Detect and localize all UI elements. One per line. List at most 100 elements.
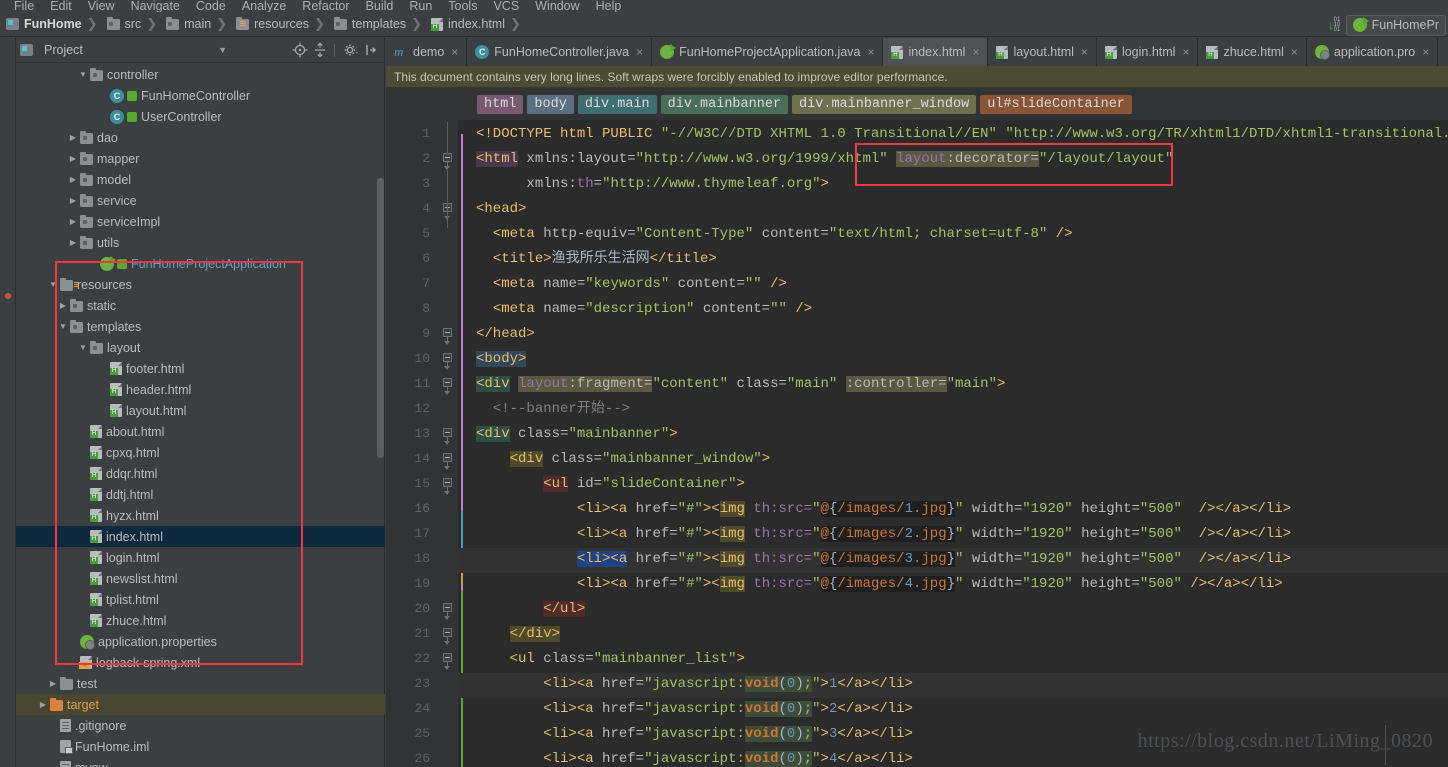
code-line[interactable]: </head> xyxy=(476,322,535,347)
code-line[interactable]: <meta http-equiv="Content-Type" content=… xyxy=(476,222,1073,247)
chevron-down-icon[interactable]: ▼ xyxy=(56,322,70,331)
compare-icon[interactable]: ↓ 01 10 01 xyxy=(1326,17,1344,33)
menu-item-analyze[interactable]: Analyze xyxy=(234,0,294,12)
code-fold-toggle[interactable] xyxy=(443,428,454,445)
close-icon[interactable]: × xyxy=(636,45,643,59)
menu-item-vcs[interactable]: VCS xyxy=(485,0,527,12)
tree-item-static[interactable]: ▶ static xyxy=(16,295,385,316)
code-line[interactable]: <li><a href="#"><img th:src="@{/images/3… xyxy=(476,547,1291,572)
menu-item-view[interactable]: View xyxy=(80,0,123,12)
menu-item-navigate[interactable]: Navigate xyxy=(123,0,188,12)
code-fold-toggle[interactable] xyxy=(443,628,454,645)
tree-item-footer-html[interactable]: footer.html xyxy=(16,358,385,379)
code-line[interactable]: <head> xyxy=(476,197,526,222)
menu-item-code[interactable]: Code xyxy=(188,0,234,12)
code-line[interactable]: <div class="mainbanner"> xyxy=(476,422,678,447)
menu-item-window[interactable]: Window xyxy=(527,0,587,12)
code-line[interactable]: </div> xyxy=(476,622,561,647)
tree-item-dao[interactable]: ▶ dao xyxy=(16,127,385,148)
structure-crumb-body[interactable]: body xyxy=(527,94,574,114)
breadcrumb-item-funhome[interactable]: FunHome ❯ xyxy=(6,17,107,32)
close-icon[interactable]: × xyxy=(451,45,458,59)
project-file-tree[interactable]: ▼ controller C FunHomeController C UserContro… xyxy=(16,64,385,767)
tree-item-templates[interactable]: ▼ templates xyxy=(16,316,385,337)
editor-gutter[interactable]: 1 2 3 4 5 6 7 8 9 10 11 12 13 14 15 16 17 18 19 20 21 22 23 24 2… xyxy=(386,120,471,767)
code-line[interactable]: <meta name="description" content="" /> xyxy=(476,297,812,322)
tree-item-model[interactable]: ▶ model xyxy=(16,169,385,190)
menu-item-refactor[interactable]: Refactor xyxy=(294,0,357,12)
tree-item-newslist-html[interactable]: newslist.html xyxy=(16,568,385,589)
editor-tab-layout-html[interactable]: layout.html × xyxy=(988,38,1097,66)
collapse-all-icon[interactable] xyxy=(311,41,329,59)
editor-tab-demo[interactable]: m demo × xyxy=(386,38,468,66)
tree-item-mvnw[interactable]: mvnw xyxy=(16,757,385,767)
close-icon[interactable]: × xyxy=(867,45,874,59)
tree-item-ddqr-html[interactable]: ddqr.html xyxy=(16,463,385,484)
code-line[interactable]: <div class="mainbanner_window"> xyxy=(476,447,770,472)
code-line[interactable]: <meta name="keywords" content="" /> xyxy=(476,272,787,297)
menu-item-build[interactable]: Build xyxy=(358,0,402,12)
close-icon[interactable]: × xyxy=(1081,45,1088,59)
tree-item-target[interactable]: ▶ target xyxy=(16,694,385,715)
locate-icon[interactable] xyxy=(291,41,309,59)
tree-item-header-html[interactable]: header.html xyxy=(16,379,385,400)
close-icon[interactable]: × xyxy=(1422,45,1429,59)
editor-tab-funhomecontroller-java[interactable]: C FunHomeController.java × xyxy=(467,38,653,66)
editor-tab-login-html[interactable]: login.html × xyxy=(1097,38,1199,66)
tree-item-resources[interactable]: ▼ resources xyxy=(16,274,385,295)
tree-item-about-html[interactable]: about.html xyxy=(16,421,385,442)
chevron-right-icon[interactable]: ▶ xyxy=(66,175,80,184)
code-fold-toggle[interactable] xyxy=(443,453,454,470)
editor-tab-zhuce-html[interactable]: zhuce.html × xyxy=(1198,38,1307,66)
tree-item-funhome-iml[interactable]: FunHome.iml xyxy=(16,736,385,757)
code-fold-toggle[interactable] xyxy=(443,353,454,370)
menu-item-file[interactable]: File xyxy=(6,0,42,12)
code-line[interactable]: <div layout:fragment="content" class="ma… xyxy=(476,372,1005,397)
hide-panel-icon[interactable] xyxy=(362,41,380,59)
tree-item-layout[interactable]: ▼ layout xyxy=(16,337,385,358)
breadcrumb-item-index-html[interactable]: index.html ❯ xyxy=(431,17,530,32)
menu-item-run[interactable]: Run xyxy=(401,0,440,12)
code-line[interactable]: </ul> xyxy=(476,597,586,622)
tree-item--gitignore[interactable]: .gitignore xyxy=(16,715,385,736)
menu-item-edit[interactable]: Edit xyxy=(42,0,80,12)
tree-item-ddtj-html[interactable]: ddtj.html xyxy=(16,484,385,505)
structure-crumb-ul-slidecontainer[interactable]: ul#slideContainer xyxy=(980,94,1132,114)
tree-item-hyzx-html[interactable]: hyzx.html xyxy=(16,505,385,526)
code-editor-pane[interactable]: 1 2 3 4 5 6 7 8 9 10 11 12 13 14 15 16 17 18 19 20 21 22 23 24 2… xyxy=(386,120,1448,767)
code-line[interactable]: <li><a href="javascript:void(0);">4</a><… xyxy=(476,747,913,767)
code-fold-toggle[interactable] xyxy=(443,378,454,395)
code-line[interactable]: <li><a href="#"><img th:src="@{/images/1… xyxy=(476,497,1291,522)
tree-item-zhuce-html[interactable]: zhuce.html xyxy=(16,610,385,631)
chevron-right-icon[interactable]: ▶ xyxy=(66,196,80,205)
tree-item-serviceimpl[interactable]: ▶ serviceImpl xyxy=(16,211,385,232)
breadcrumb-item-main[interactable]: main ❯ xyxy=(166,16,236,32)
code-line[interactable]: <html xmlns:layout="http://www.w3.org/19… xyxy=(476,147,1173,172)
editor-tab-application-pro[interactable]: application.pro × xyxy=(1307,38,1439,66)
code-fold-toggle[interactable] xyxy=(443,153,454,170)
close-icon[interactable]: × xyxy=(1291,45,1298,59)
chevron-right-icon[interactable]: ▶ xyxy=(56,301,70,310)
tree-item-tplist-html[interactable]: tplist.html xyxy=(16,589,385,610)
code-line[interactable]: xmlns:th="http://www.thymeleaf.org"> xyxy=(476,172,828,197)
chevron-right-icon[interactable]: ▶ xyxy=(66,238,80,247)
breadcrumb-item-src[interactable]: src ❯ xyxy=(106,16,167,32)
chevron-right-icon[interactable]: ▶ xyxy=(66,154,80,163)
tree-item-layout-html[interactable]: layout.html xyxy=(16,400,385,421)
tree-item-index-html[interactable]: index.html xyxy=(16,526,385,547)
tree-item-controller[interactable]: ▼ controller xyxy=(16,64,385,85)
chevron-down-icon[interactable]: ▼ xyxy=(46,280,60,289)
tree-item-mapper[interactable]: ▶ mapper xyxy=(16,148,385,169)
tree-scrollbar[interactable] xyxy=(377,178,384,458)
chevron-right-icon[interactable]: ▶ xyxy=(66,133,80,142)
breadcrumb-item-resources[interactable]: resources ❯ xyxy=(236,16,334,32)
chevron-down-icon[interactable]: ▼ xyxy=(76,343,90,352)
code-fold-toggle[interactable] xyxy=(443,653,454,670)
tree-item-usercontroller[interactable]: C UserController xyxy=(16,106,385,127)
tree-item-funhomeprojectapplication[interactable]: FunHomeProjectApplication xyxy=(16,253,385,274)
tree-item-login-html[interactable]: login.html xyxy=(16,547,385,568)
structure-crumb-div-mainbanner_window[interactable]: div.mainbanner_window xyxy=(792,94,977,114)
close-icon[interactable]: × xyxy=(972,45,979,59)
breadcrumb-item-templates[interactable]: templates ❯ xyxy=(333,16,431,32)
tree-item-cpxq-html[interactable]: cpxq.html xyxy=(16,442,385,463)
